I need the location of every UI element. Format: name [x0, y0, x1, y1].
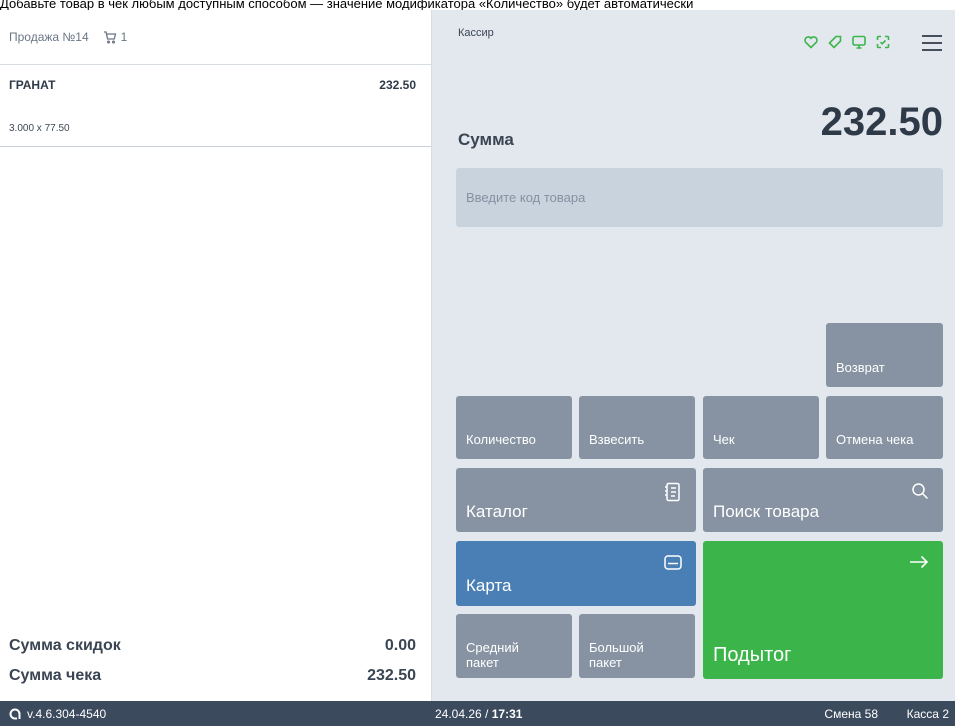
catalog-book-icon [665, 482, 680, 502]
status-bar: v.4.6.304-4540 24.04.26 / 17:31 Смена 58… [0, 701, 955, 726]
discount-row: Сумма скидок 0.00 [9, 631, 416, 661]
receipt-item[interactable]: ГРАНАТ 232.50 3.000 x 77.50 [0, 65, 431, 147]
check-sum-row: Сумма чека 232.50 [9, 661, 416, 691]
subtotal-button[interactable]: Подытог [703, 541, 943, 679]
check-button[interactable]: Чек [703, 396, 819, 459]
item-name: ГРАНАТ [9, 78, 56, 92]
subtotal-label: Подытог [713, 644, 792, 666]
receipt-sums: Сумма скидок 0.00 Сумма чека 232.50 [9, 631, 416, 701]
weigh-button[interactable]: Взвесить [579, 396, 695, 459]
arrow-right-icon [910, 555, 929, 569]
check-sum-label: Сумма чека [9, 667, 102, 684]
search-icon [912, 483, 929, 500]
cart-icon [103, 30, 116, 44]
check-label: Чек [713, 432, 735, 447]
check-sum-value: 232.50 [367, 667, 416, 684]
quantity-label: Количество [466, 432, 536, 447]
hint-banner: Добавьте товар в чек любым доступным спо… [0, 0, 955, 10]
shift-number: Смена 58 [824, 707, 878, 721]
payment-card-icon [664, 555, 682, 570]
tag-icon[interactable] [827, 34, 843, 50]
date-text: 24.04.26 [435, 707, 482, 721]
big-bag-label: Большой пакет [589, 640, 644, 670]
app-logo-icon [9, 708, 21, 720]
product-code-field[interactable] [456, 168, 943, 227]
receipt-panel: Продажа №14 1 ГРАНАТ 232.50 3.000 x 77.5… [0, 10, 432, 701]
receipt-title: Продажа №14 [9, 30, 89, 44]
status-icons [803, 34, 891, 50]
receipt-header: Продажа №14 1 [0, 10, 431, 65]
cashier-title: Кассир [458, 27, 494, 39]
display-icon[interactable] [851, 34, 867, 50]
item-detail: 3.000 x 77.50 [9, 123, 70, 134]
hamburger-menu-icon[interactable] [921, 34, 943, 52]
version-info: v.4.6.304-4540 [9, 707, 106, 721]
medium-bag-label: Средний пакет [466, 640, 519, 670]
quantity-button[interactable]: Количество [456, 396, 572, 459]
item-total: 232.50 [379, 78, 416, 92]
cashier-panel: Кассир Сумма 232.50 Введите код товара В… [432, 10, 955, 701]
big-bag-button[interactable]: Большой пакет [579, 614, 695, 678]
catalog-label: Каталог [466, 502, 528, 521]
cart-counter: 1 [103, 30, 128, 44]
return-button[interactable]: Возврат [826, 323, 943, 387]
date-time: 24.04.26 / 17:31 [435, 707, 523, 721]
card-label: Карта [466, 576, 512, 595]
sum-value: 232.50 [820, 100, 943, 144]
heart-icon[interactable] [803, 34, 819, 50]
cart-count: 1 [120, 30, 128, 44]
search-product-button[interactable]: Поиск товара [703, 468, 943, 532]
return-label: Возврат [836, 360, 885, 375]
discount-label: Сумма скидок [9, 637, 121, 654]
cancel-check-button[interactable]: Отмена чека [826, 396, 943, 459]
medium-bag-button[interactable]: Средний пакет [456, 614, 572, 678]
version-text: v.4.6.304-4540 [27, 707, 107, 721]
register-number: Касса 2 [906, 707, 949, 721]
catalog-button[interactable]: Каталог [456, 468, 696, 532]
time-text: 17:31 [491, 707, 523, 721]
product-code-input[interactable] [456, 168, 943, 227]
weigh-label: Взвесить [589, 432, 645, 447]
scan-icon[interactable] [875, 34, 891, 50]
cancel-check-label: Отмена чека [836, 432, 914, 447]
card-button[interactable]: Карта [456, 541, 696, 606]
discount-value: 0.00 [384, 637, 416, 654]
search-product-label: Поиск товара [713, 502, 820, 521]
sum-label: Сумма [458, 130, 514, 149]
